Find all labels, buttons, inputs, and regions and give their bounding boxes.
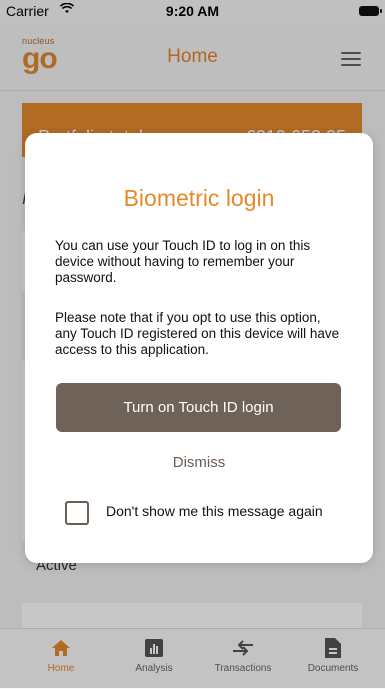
dialog-title: Biometric login [123, 185, 275, 211]
turn-on-touch-id-button[interactable]: Turn on Touch ID login [56, 383, 341, 432]
dont-show-again-checkbox[interactable] [65, 501, 89, 525]
dismiss-button[interactable]: Dismiss [25, 454, 373, 471]
dialog-paragraph: You can use your Touch ID to log in on t… [55, 238, 311, 285]
biometric-login-dialog: Biometric login You can use your Touch I… [25, 133, 373, 563]
checkbox-label[interactable]: Don't show me this message again [106, 503, 323, 519]
dialog-paragraph: Please note that if you opt to use this … [55, 310, 340, 357]
